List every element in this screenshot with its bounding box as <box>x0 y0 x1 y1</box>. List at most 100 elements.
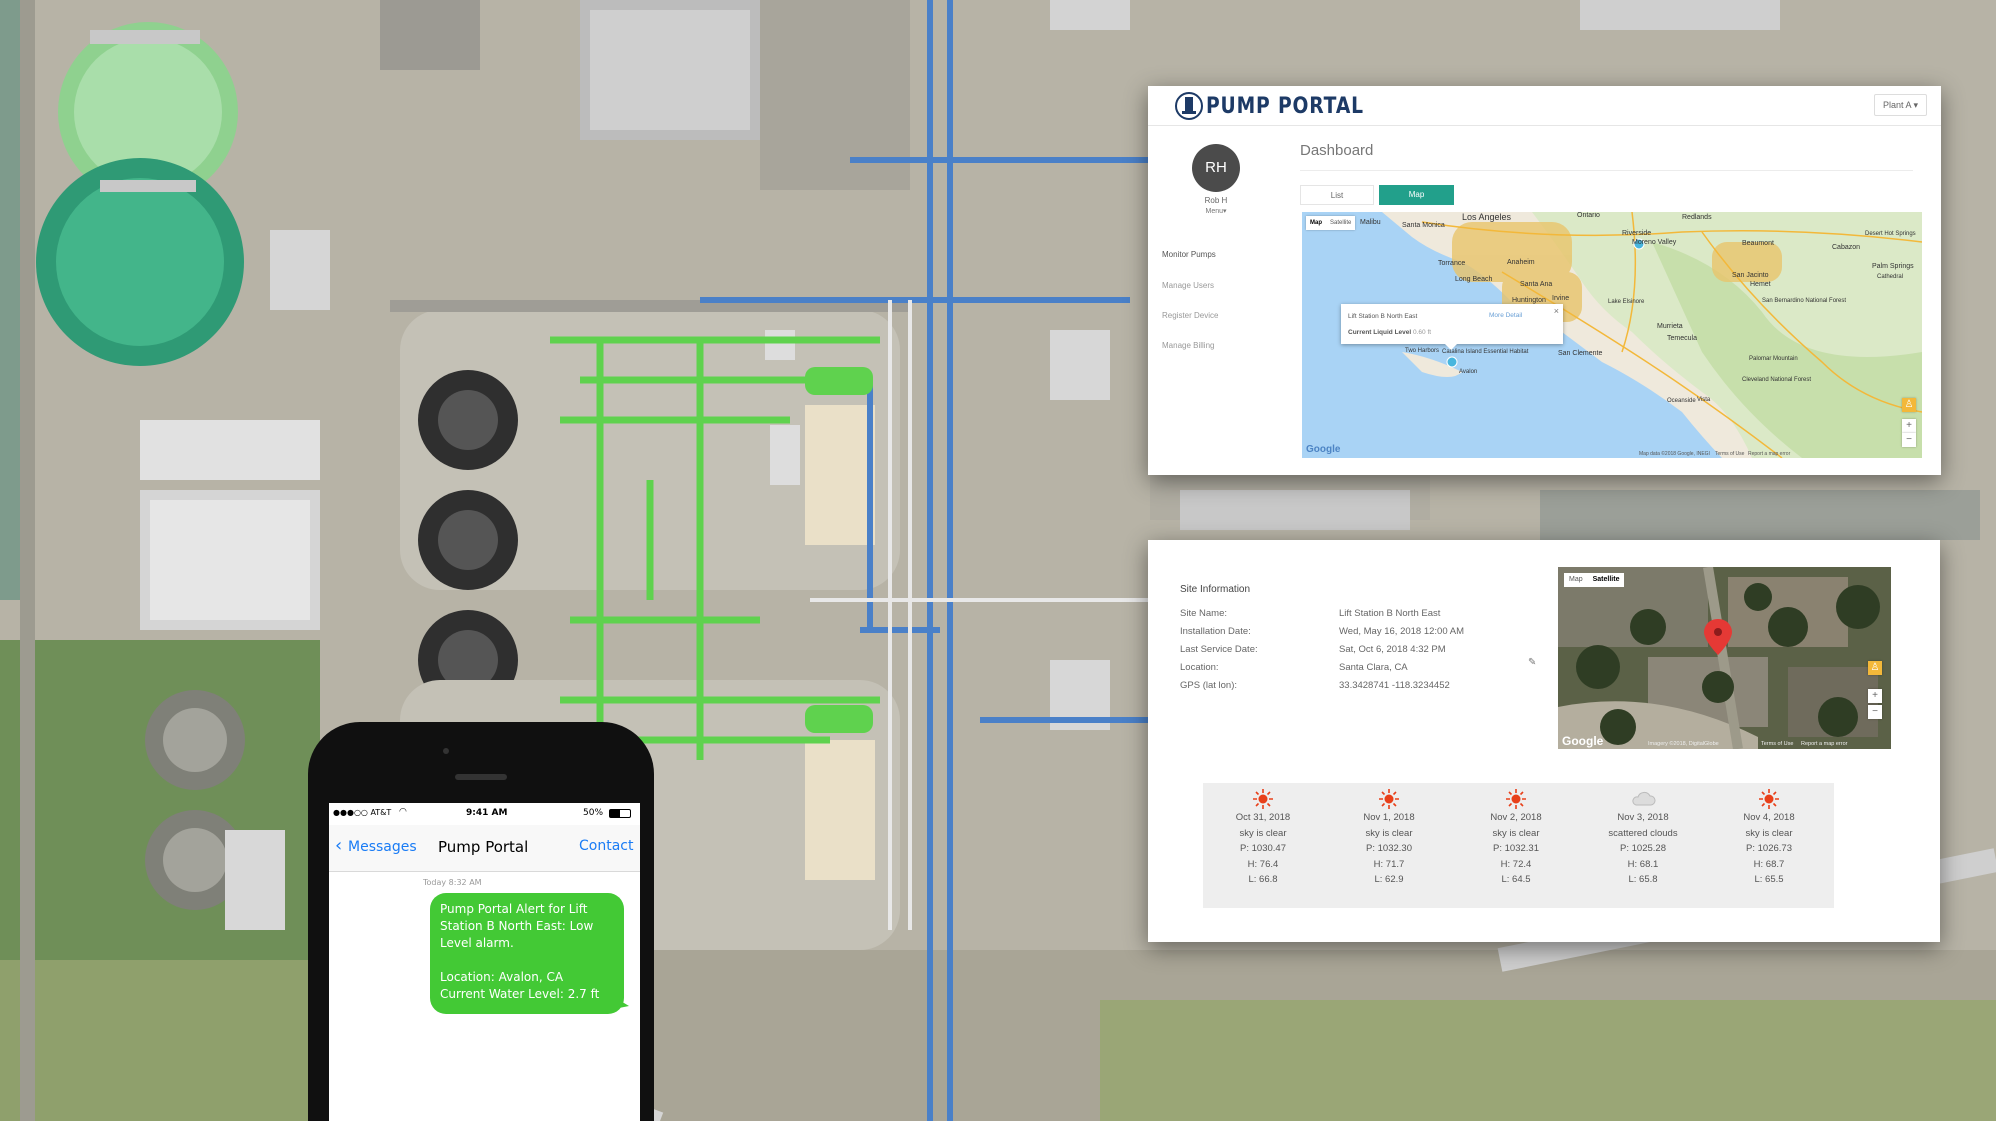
forecast-pressure: P: 1025.28 <box>1620 843 1666 854</box>
plant-select[interactable]: Plant A ▾ <box>1873 94 1927 116</box>
pegman-icon[interactable]: ♙ <box>1868 661 1882 675</box>
avatar[interactable]: RH <box>1192 144 1240 192</box>
alert-message-bubble: Pump Portal Alert for Lift Station B Nor… <box>430 893 629 1014</box>
popup-more-detail-link[interactable]: More Detail <box>1489 312 1522 319</box>
message-line: Station B North East: Low <box>440 919 594 933</box>
edit-pencil-icon[interactable]: ✎ <box>1528 657 1536 668</box>
satellite-footer: Report a map error <box>1801 741 1848 747</box>
satellite-footer: Terms of Use <box>1761 741 1793 747</box>
dashboard-window: PUMP PORTAL Plant A ▾ RH Rob H Menu▾ Mon… <box>1148 86 1941 475</box>
carrier-text: ●●●○○ AT&T <box>333 808 392 817</box>
map-info-window: Lift Station B North East More Detail × … <box>1341 304 1563 350</box>
map-place: Two Harbors <box>1405 348 1439 354</box>
forecast-desc: sky is clear <box>1365 827 1413 839</box>
forecast-day: Oct 31, 2018 sky is clear P: 1030.47 H: 76.… <box>1203 783 1323 888</box>
map-type-map[interactable]: Map <box>1306 220 1326 226</box>
message-line: Current Water Level: 2.7 ft <box>440 987 600 1001</box>
map-place: Santa Ana <box>1520 281 1552 288</box>
back-messages-button[interactable]: Messages <box>348 839 417 855</box>
satellite-map[interactable]: Google Imagery ©2018, DigitalGlobe Terms… <box>1558 567 1891 749</box>
zoom-out-button[interactable]: − <box>1868 705 1882 719</box>
popup-level-value: 0.60 ft <box>1413 329 1432 336</box>
tab-map[interactable]: Map <box>1379 185 1454 205</box>
popup-level-label: Current Liquid Level <box>1348 329 1412 336</box>
map-footer: Report a map error <box>1748 451 1791 457</box>
zoom-in-button[interactable]: + <box>1868 689 1882 703</box>
zoom-out-button[interactable]: − <box>1902 433 1916 447</box>
title-divider <box>1300 170 1913 171</box>
user-menu[interactable]: Menu▾ <box>1192 207 1240 215</box>
forecast-day: Nov 1, 2018 sky is clear P: 1032.30 H: 71.7… <box>1329 783 1449 888</box>
satellite-imagery: Google Imagery ©2018, DigitalGlobe Terms… <box>1558 567 1891 749</box>
map-place: Moreno Valley <box>1632 239 1677 246</box>
scene: PUMP PORTAL Plant A ▾ RH Rob H Menu▾ Mon… <box>0 0 1996 1121</box>
map-place: San Bernardino National Forest <box>1762 298 1846 304</box>
nav-manage-billing[interactable]: Manage Billing <box>1162 341 1214 350</box>
map-place: Palomar Mountain <box>1749 356 1798 362</box>
satellite-footer: Imagery ©2018, DigitalGlobe <box>1648 740 1719 747</box>
satellite-type-control[interactable]: Map Satellite <box>1564 573 1625 587</box>
forecast-day: Nov 3, 2018 scattered clouds P: 1025.28 H: … <box>1583 783 1703 888</box>
nav-register-device[interactable]: Register Device <box>1162 311 1218 320</box>
forecast-low: L: 66.8 <box>1248 874 1278 885</box>
page-title: Dashboard <box>1300 142 1374 159</box>
status-bar: ●●●○○ AT&T ◠ 9:41 AM 50% <box>329 803 640 825</box>
wifi-icon: ◠ <box>399 807 407 817</box>
forecast-date: Oct 31, 2018 <box>1235 812 1291 823</box>
weather-forecast: Oct 31, 2018 sky is clear P: 1030.47 H: 76.… <box>1203 783 1834 908</box>
map-place: Santa Monica <box>1402 222 1445 229</box>
forecast-day: Nov 4, 2018 sky is clear P: 1026.73 H: 68.7… <box>1709 783 1829 888</box>
nav-manage-users[interactable]: Manage Users <box>1162 281 1214 290</box>
label-installation-date: Installation Date: <box>1180 626 1251 637</box>
map-place: Oceanside <box>1667 398 1696 404</box>
map-place: San Jacinto <box>1732 272 1769 279</box>
value-gps: 33.3428741 -118.3234452 <box>1339 680 1450 691</box>
chevron-left-icon[interactable]: ‹ <box>335 837 342 855</box>
forecast-desc: sky is clear <box>1239 827 1287 839</box>
speaker-grille <box>455 774 507 780</box>
conversation-title: Pump Portal <box>438 838 529 856</box>
map-type-satellite[interactable]: Satellite <box>1326 220 1355 226</box>
camera-icon <box>443 748 449 754</box>
map-place: Avalon <box>1459 369 1477 375</box>
zoom-in-button[interactable]: + <box>1902 419 1916 433</box>
tab-list[interactable]: List <box>1300 185 1374 205</box>
nav-monitor-pumps[interactable]: Monitor Pumps <box>1162 250 1216 259</box>
smartphone: ●●●○○ AT&T ◠ 9:41 AM 50% ‹ Messages Pump… <box>308 722 654 1121</box>
forecast-desc: scattered clouds <box>1608 827 1678 839</box>
forecast-date: Nov 1, 2018 <box>1363 812 1415 823</box>
sun-icon <box>1759 789 1779 809</box>
popup-site-name: Lift Station B North East <box>1348 313 1418 320</box>
map-place: Anaheim <box>1507 259 1535 266</box>
contact-button[interactable]: Contact <box>579 838 633 854</box>
forecast-pressure: P: 1032.31 <box>1493 843 1539 854</box>
sun-icon <box>1506 789 1526 809</box>
map-place: Cleveland National Forest <box>1742 377 1811 383</box>
satellite-type-map[interactable]: Map <box>1564 576 1588 583</box>
forecast-low: L: 65.8 <box>1628 874 1658 885</box>
map-place: Cabazon <box>1832 244 1860 251</box>
map-footer: Terms of Use <box>1715 451 1745 457</box>
region-map[interactable]: Malibu Santa Monica Los Angeles Ontario … <box>1302 212 1922 458</box>
label-gps: GPS (lat lon): <box>1180 680 1238 691</box>
map-type-control[interactable]: Map Satellite <box>1306 216 1356 230</box>
map-place: Beaumont <box>1742 240 1774 247</box>
message-line: Level alarm. <box>440 936 514 950</box>
map-place: Long Beach <box>1455 276 1492 283</box>
close-icon[interactable]: × <box>1554 306 1559 316</box>
forecast-high: H: 72.4 <box>1500 858 1532 870</box>
site-information-window: Site Information Site Name: Lift Station… <box>1148 540 1940 942</box>
map-place: Hemet <box>1750 281 1771 288</box>
battery-text: 50% <box>583 808 604 818</box>
satellite-type-satellite[interactable]: Satellite <box>1588 576 1625 583</box>
battery-icon <box>609 809 631 818</box>
forecast-desc: sky is clear <box>1492 827 1540 839</box>
value-last-service-date: Sat, Oct 6, 2018 4:32 PM <box>1339 644 1446 655</box>
map-place: Lake Elsinore <box>1608 299 1645 305</box>
site-info-title: Site Information <box>1180 584 1251 595</box>
phone-screen: ●●●○○ AT&T ◠ 9:41 AM 50% ‹ Messages Pump… <box>329 803 640 1121</box>
forecast-high: H: 71.7 <box>1373 858 1405 870</box>
map-place: Vista <box>1697 397 1711 403</box>
value-installation-date: Wed, May 16, 2018 12:00 AM <box>1339 626 1464 637</box>
pegman-icon[interactable]: ♙ <box>1902 398 1916 412</box>
